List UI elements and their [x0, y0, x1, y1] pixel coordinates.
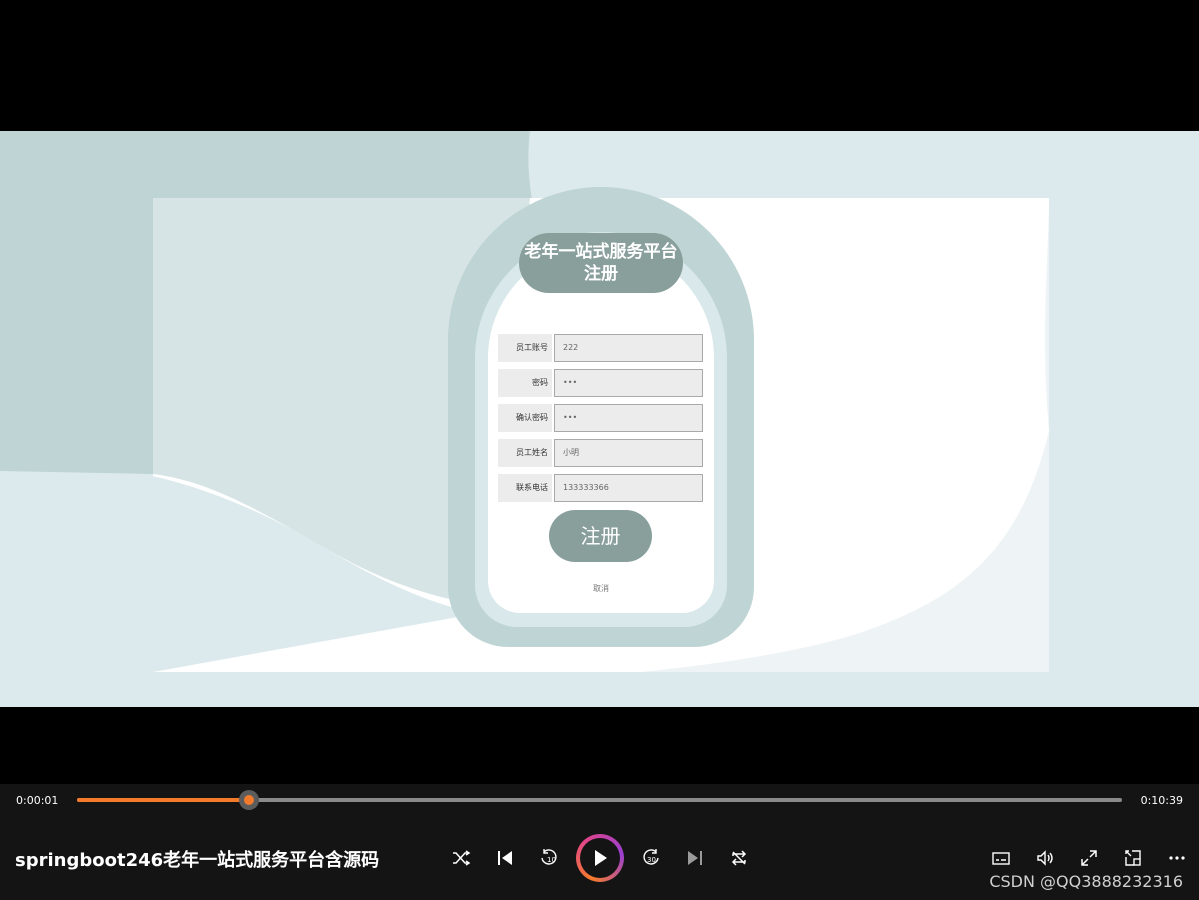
- field-label: 联系电话: [498, 474, 552, 502]
- fullscreen-icon[interactable]: [1079, 848, 1099, 868]
- seek-bar-fill: [77, 798, 250, 802]
- field-label: 员工姓名: [498, 439, 552, 467]
- more-icon[interactable]: [1167, 848, 1187, 868]
- phone-input[interactable]: 133333366: [554, 474, 703, 502]
- shuffle-icon[interactable]: [451, 848, 471, 868]
- field-label: 员工账号: [498, 334, 552, 362]
- mini-player-icon[interactable]: [1123, 848, 1143, 868]
- seek-thumb[interactable]: [239, 790, 260, 810]
- svg-text:10: 10: [547, 856, 556, 864]
- form-row-account: 员工账号 222: [498, 334, 704, 362]
- confirm-password-input[interactable]: •••: [554, 404, 703, 432]
- forward-30-icon[interactable]: 30: [641, 848, 661, 868]
- form-title-line2: 注册: [584, 264, 618, 284]
- cancel-link[interactable]: 取消: [571, 583, 631, 594]
- next-icon[interactable]: [685, 848, 705, 868]
- register-button[interactable]: 注册: [549, 510, 652, 562]
- form-capsule: 老年一站式服务平台 注册 员工账号 222 密码 ••• 确认密码 ••• 员工…: [448, 187, 754, 647]
- rewind-10-icon[interactable]: 10: [539, 848, 559, 868]
- seek-bar[interactable]: [77, 790, 1122, 810]
- play-icon: [595, 850, 607, 866]
- account-input[interactable]: 222: [554, 334, 703, 362]
- form-title: 老年一站式服务平台 注册: [519, 233, 683, 293]
- svg-text:30: 30: [647, 856, 656, 864]
- field-label: 密码: [498, 369, 552, 397]
- form-row-confirm-password: 确认密码 •••: [498, 404, 704, 432]
- password-input[interactable]: •••: [554, 369, 703, 397]
- current-time: 0:00:01: [16, 794, 59, 807]
- form-row-phone: 联系电话 133333366: [498, 474, 704, 502]
- form-title-line1: 老年一站式服务平台: [524, 242, 678, 262]
- volume-icon[interactable]: [1035, 848, 1055, 868]
- watermark: CSDN @QQ3888232316: [989, 872, 1183, 891]
- video-title: springboot246老年一站式服务平台含源码: [15, 850, 380, 871]
- form-row-password: 密码 •••: [498, 369, 704, 397]
- player-controls: 0:00:01 0:10:39 springboot246老年一站式服务平台含源…: [0, 784, 1199, 900]
- repeat-icon[interactable]: [729, 848, 749, 868]
- previous-icon[interactable]: [495, 848, 515, 868]
- video-frame: 老年一站式服务平台 注册 员工账号 222 密码 ••• 确认密码 ••• 员工…: [0, 131, 1199, 707]
- field-label: 确认密码: [498, 404, 552, 432]
- play-button[interactable]: [576, 834, 624, 882]
- video-area[interactable]: 老年一站式服务平台 注册 员工账号 222 密码 ••• 确认密码 ••• 员工…: [0, 0, 1199, 784]
- name-input[interactable]: 小明: [554, 439, 703, 467]
- form-row-name: 员工姓名 小明: [498, 439, 704, 467]
- duration: 0:10:39: [1140, 794, 1183, 807]
- subtitles-icon[interactable]: [991, 848, 1011, 868]
